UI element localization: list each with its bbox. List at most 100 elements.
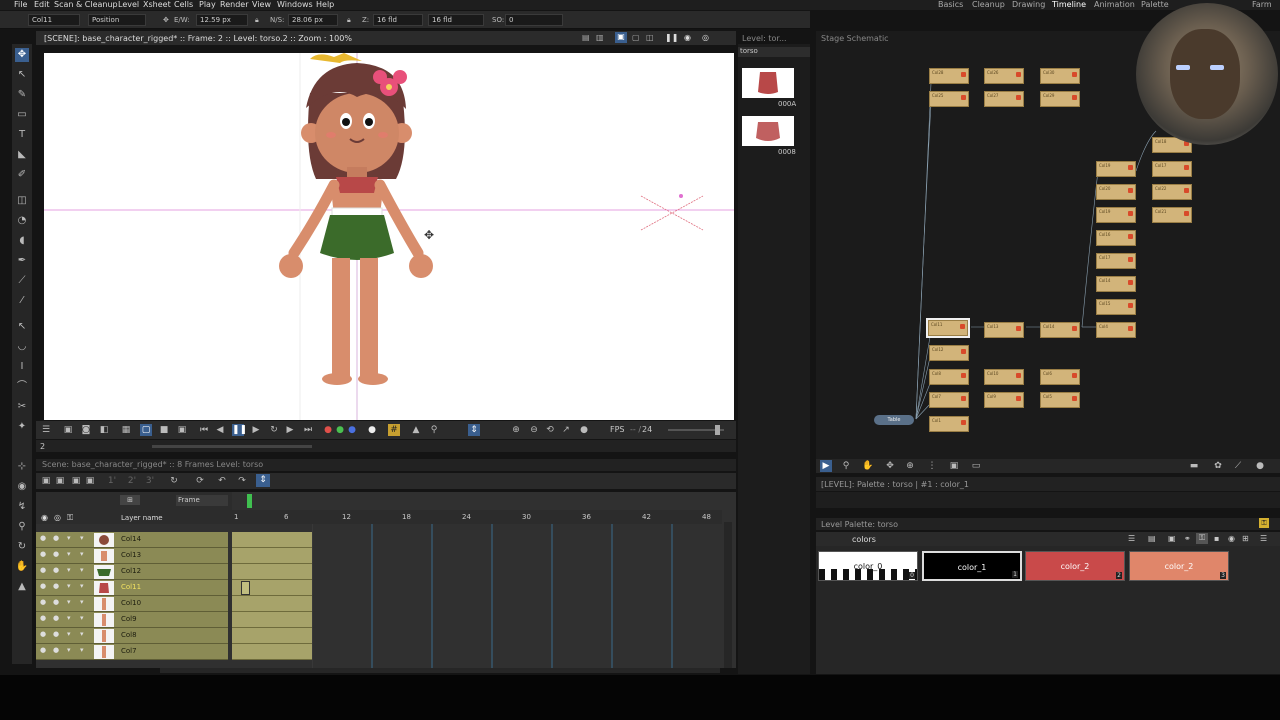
- 3d-view-icon[interactable]: ◫: [646, 33, 654, 42]
- schematic-node[interactable]: Col21: [1152, 207, 1192, 223]
- reset-view-icon[interactable]: ⟲: [544, 424, 556, 436]
- schematic-node[interactable]: Col14: [1040, 322, 1080, 338]
- room-basics[interactable]: Basics: [938, 0, 963, 9]
- tracker-tool-icon[interactable]: ⊹: [15, 460, 29, 474]
- preview-toggle-icon[interactable]: ●: [40, 582, 46, 590]
- eye-icon[interactable]: ◉: [684, 33, 691, 42]
- pause-icon[interactable]: ❚❚: [665, 33, 678, 42]
- z2-field[interactable]: 16 fld: [428, 14, 484, 26]
- preview-toggle-icon[interactable]: ●: [40, 598, 46, 606]
- lock-toggle-icon[interactable]: ▾: [67, 550, 71, 558]
- paint-brush-icon[interactable]: ✐: [15, 168, 29, 182]
- menu-help[interactable]: Help: [316, 0, 334, 9]
- viewer-canvas[interactable]: ✥: [44, 53, 734, 420]
- prev-frame-icon[interactable]: ◀: [214, 424, 226, 436]
- palette-new-icon[interactable]: ⊞: [1242, 534, 1249, 543]
- schematic-node[interactable]: Col13: [984, 322, 1024, 338]
- lock-toggle-icon[interactable]: ▾: [67, 614, 71, 622]
- loop-icon[interactable]: ↻: [268, 424, 280, 436]
- schematic-node[interactable]: Col12: [929, 345, 969, 361]
- red-channel-icon[interactable]: ●: [322, 424, 334, 436]
- menu-scan-cleanup[interactable]: Scan & Cleanup: [54, 0, 118, 9]
- preview-toggle-icon[interactable]: ●: [40, 614, 46, 622]
- frame-icon[interactable]: ▣: [176, 424, 188, 436]
- fps-value[interactable]: 24: [642, 425, 652, 434]
- schematic-node[interactable]: Col19: [1096, 161, 1136, 177]
- layer-row[interactable]: ● ● ▾ ▾ Col14: [36, 532, 228, 548]
- eraser-tool-icon[interactable]: ◫: [15, 194, 29, 208]
- new-vector-icon[interactable]: ▣: [54, 475, 66, 487]
- black-bg-icon[interactable]: ■: [158, 424, 170, 436]
- expand-icon[interactable]: ▾: [80, 582, 84, 590]
- palette-gear-icon[interactable]: ◉: [1228, 534, 1235, 543]
- frame-scrollbar[interactable]: [152, 445, 312, 448]
- white-bg-icon[interactable]: ▢: [140, 424, 152, 436]
- pause-button-icon[interactable]: ❚❚: [232, 424, 247, 436]
- timeline-toggle-icon[interactable]: ⇕: [256, 474, 270, 487]
- dot-icon[interactable]: ●: [578, 424, 590, 436]
- schematic-node[interactable]: Col5: [1040, 392, 1080, 408]
- schematic-node[interactable]: Col17: [1096, 253, 1136, 269]
- lock-toggle-all-icon[interactable]: ⚿: [67, 513, 73, 523]
- type-tool-icon[interactable]: T: [15, 128, 29, 142]
- schematic-node[interactable]: Col26: [984, 68, 1024, 84]
- xsheet-horizontal-scrollbar[interactable]: [160, 668, 720, 673]
- menu-play[interactable]: Play: [199, 0, 216, 9]
- layer-row[interactable]: ● ● ▾ ▾ Col9: [36, 612, 228, 628]
- palette-more-icon[interactable]: ☰: [1260, 534, 1267, 543]
- threes-icon[interactable]: 3': [144, 475, 156, 487]
- table-node[interactable]: Table: [874, 415, 914, 425]
- menu-edit[interactable]: Edit: [34, 0, 50, 9]
- schematic-node[interactable]: Col22: [1152, 184, 1192, 200]
- preview-toggle-icon[interactable]: ●: [40, 566, 46, 574]
- style-picker-icon[interactable]: ◖: [15, 234, 29, 248]
- expand-tool-icon[interactable]: ▲: [15, 580, 29, 594]
- brush-tool-icon[interactable]: ✎: [15, 88, 29, 102]
- schematic-toggle-icon[interactable]: ▣: [948, 460, 960, 472]
- camstand-toggle-icon[interactable]: ●: [53, 614, 59, 622]
- column-select[interactable]: Col11: [28, 14, 80, 26]
- current-frame-field[interactable]: 2: [40, 442, 45, 451]
- fit-icon[interactable]: ⇕: [468, 424, 480, 436]
- magnet-tool-icon[interactable]: ◡: [15, 340, 29, 354]
- lock-icon[interactable]: 🔒︎: [255, 15, 259, 25]
- step-back-icon[interactable]: ↶: [216, 475, 228, 487]
- green-channel-icon[interactable]: ●: [334, 424, 346, 436]
- rotate-tool-icon[interactable]: ↻: [15, 540, 29, 554]
- palette-menu-icon[interactable]: ☰: [1128, 534, 1135, 543]
- compare-icon[interactable]: ◧: [98, 424, 110, 436]
- palette-chip-color-3[interactable]: color_2 3: [1129, 551, 1229, 581]
- schematic-node[interactable]: Col17: [1152, 161, 1192, 177]
- freeze-icon[interactable]: ▤: [582, 33, 590, 42]
- layer-row[interactable]: ● ● ▾ ▾ Col8: [36, 628, 228, 644]
- preview-toggle-icon[interactable]: ●: [40, 646, 46, 654]
- add-folder-icon[interactable]: ⊞: [120, 495, 140, 505]
- lock-toggle-icon[interactable]: ▾: [67, 630, 71, 638]
- z-field[interactable]: 16 fld: [373, 14, 423, 26]
- schematic-node[interactable]: Col7: [929, 392, 969, 408]
- palette-chip-color-0[interactable]: color_0 0: [818, 551, 918, 581]
- new-toonz-raster-icon[interactable]: ▣: [84, 475, 96, 487]
- cell-row[interactable]: [232, 580, 312, 596]
- matte-icon[interactable]: ●: [366, 424, 378, 436]
- play-icon[interactable]: ▶: [250, 424, 262, 436]
- room-farm[interactable]: Farm: [1252, 0, 1272, 9]
- schematic-center-icon[interactable]: ⊕: [904, 460, 916, 472]
- camera-view-icon[interactable]: ▣: [615, 32, 627, 43]
- cell-row[interactable]: [232, 596, 312, 612]
- schematic-hand-icon[interactable]: ✋: [862, 460, 874, 472]
- flip-icon[interactable]: ↗: [560, 424, 572, 436]
- level-frame-thumb-2[interactable]: [742, 116, 794, 146]
- pinch-tool-icon[interactable]: ⁄: [15, 294, 29, 308]
- expand-icon[interactable]: ▾: [80, 646, 84, 654]
- schematic-node[interactable]: Col10: [984, 369, 1024, 385]
- palette-tab-colors[interactable]: colors: [852, 535, 876, 544]
- ew-field[interactable]: 12.59 px: [196, 14, 248, 26]
- schematic-link-icon[interactable]: ⟋: [1232, 460, 1244, 472]
- level-name-select[interactable]: torso: [738, 47, 810, 57]
- camera-icon[interactable]: ◙: [80, 424, 92, 436]
- blue-channel-icon[interactable]: ●: [346, 424, 358, 436]
- zoom-tool-icon[interactable]: ⚲: [15, 520, 29, 534]
- lock-toggle-icon[interactable]: ▾: [67, 646, 71, 654]
- layer-row-current[interactable]: ● ● ▾ ▾ Col11: [36, 580, 228, 596]
